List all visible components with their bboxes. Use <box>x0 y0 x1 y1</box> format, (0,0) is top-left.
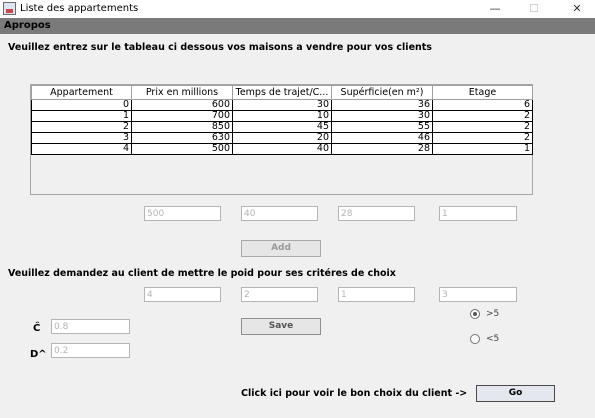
table-cell[interactable]: 700 <box>131 110 233 122</box>
c-hat-input[interactable] <box>51 319 130 334</box>
table-cell[interactable]: 10 <box>232 110 332 122</box>
column-header-prix[interactable]: Prix en millions <box>131 85 233 100</box>
table-cell[interactable]: 0 <box>31 99 132 111</box>
maximize-button[interactable]: ☐ <box>521 1 547 17</box>
table-cell[interactable]: 2 <box>432 132 533 144</box>
weights-label: Veuillez demandez au client de mettre le… <box>8 268 396 279</box>
table-cell[interactable]: 850 <box>131 121 233 133</box>
table-cell[interactable]: 2 <box>432 110 533 122</box>
table-cell[interactable]: 45 <box>232 121 332 133</box>
surface-input[interactable] <box>338 206 415 221</box>
minimize-button[interactable]: — <box>482 1 508 17</box>
travel-time-input[interactable] <box>241 206 318 221</box>
table-cell[interactable]: 630 <box>131 132 233 144</box>
apartments-table[interactable]: Appartement Prix en millions Temps de tr… <box>31 85 533 155</box>
add-button[interactable]: Add <box>241 240 321 257</box>
c-hat-label: Ĉ <box>33 323 41 334</box>
table-row[interactable]: 2 850 45 55 2 <box>31 121 533 133</box>
table-cell[interactable]: 2 <box>31 121 132 133</box>
table-cell[interactable]: 3 <box>31 132 132 144</box>
table-cell[interactable]: 6 <box>432 99 533 111</box>
table-cell[interactable]: 46 <box>331 132 433 144</box>
floor-input[interactable] <box>439 206 517 221</box>
table-row[interactable]: 1 700 10 30 2 <box>31 110 533 122</box>
table-cell[interactable]: 30 <box>331 110 433 122</box>
table-cell[interactable]: 500 <box>131 143 233 155</box>
menu-item-apropos[interactable]: Apropos <box>4 20 51 31</box>
weight-surface-input[interactable] <box>338 287 415 302</box>
intro-label: Veuillez entrez sur le tableau ci dessou… <box>8 42 432 53</box>
radio-less-than-5[interactable] <box>470 334 480 344</box>
table-cell[interactable]: 1 <box>31 110 132 122</box>
table-cell[interactable]: 600 <box>131 99 233 111</box>
table-cell[interactable]: 30 <box>232 99 332 111</box>
radio-greater-than-5[interactable] <box>470 309 480 319</box>
weight-price-input[interactable] <box>144 287 221 302</box>
weight-floor-input[interactable] <box>439 287 517 302</box>
weight-travel-time-input[interactable] <box>241 287 318 302</box>
apartments-table-scrollpane[interactable]: Appartement Prix en millions Temps de tr… <box>30 84 533 195</box>
column-header-appartement[interactable]: Appartement <box>31 85 132 100</box>
java-app-icon <box>3 2 16 15</box>
table-cell[interactable]: 1 <box>432 143 533 155</box>
save-button[interactable]: Save <box>241 318 321 335</box>
table-cell[interactable]: 2 <box>432 121 533 133</box>
table-row[interactable]: 4 500 40 28 1 <box>31 143 533 155</box>
menu-bar <box>0 18 595 34</box>
table-header-row: Appartement Prix en millions Temps de tr… <box>31 85 533 100</box>
window-title: Liste des appartements <box>20 3 139 14</box>
d-hat-input[interactable] <box>51 343 130 358</box>
close-button[interactable]: ✕ <box>564 1 590 17</box>
radio-less-than-5-label: <5 <box>486 334 500 344</box>
column-header-etage[interactable]: Etage <box>432 85 533 100</box>
d-hat-label: D^ <box>30 349 47 360</box>
price-input[interactable] <box>144 206 221 221</box>
radio-greater-than-5-label: >5 <box>486 309 500 319</box>
table-cell[interactable]: 40 <box>232 143 332 155</box>
table-row[interactable]: 0 600 30 36 6 <box>31 99 533 111</box>
table-cell[interactable]: 20 <box>232 132 332 144</box>
go-button[interactable]: Go <box>476 385 555 402</box>
table-cell[interactable]: 28 <box>331 143 433 155</box>
table-row[interactable]: 3 630 20 46 2 <box>31 132 533 144</box>
table-cell[interactable]: 36 <box>331 99 433 111</box>
table-cell[interactable]: 4 <box>31 143 132 155</box>
table-cell[interactable]: 55 <box>331 121 433 133</box>
result-prompt-label: Click ici pour voir le bon choix du clie… <box>241 388 468 399</box>
column-header-superficie[interactable]: Supérficie(en m²) <box>331 85 433 100</box>
column-header-temps-trajet[interactable]: Temps de trajet/C... <box>232 85 332 100</box>
